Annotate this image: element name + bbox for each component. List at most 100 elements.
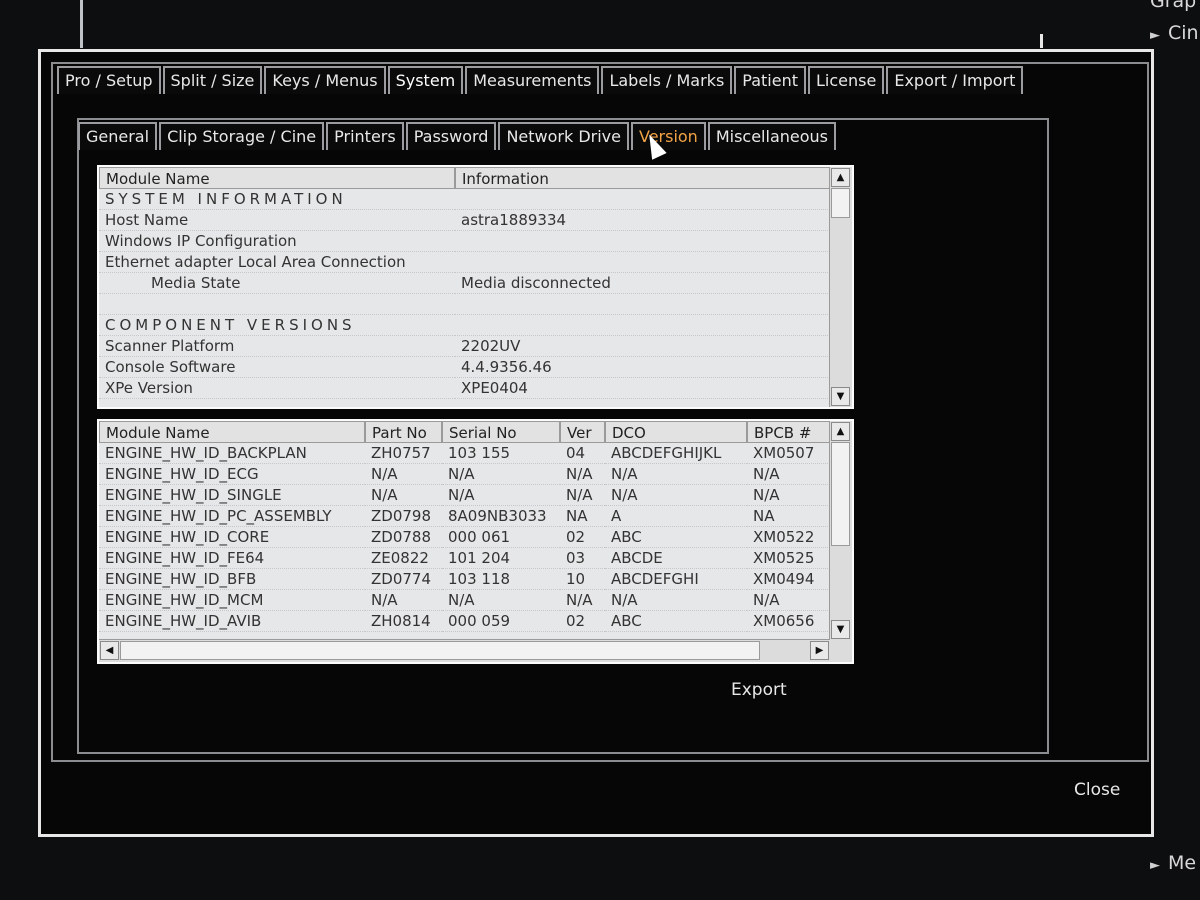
cell-dco: ABCDEFGHIJKL: [605, 443, 747, 464]
cell-dco: N/A: [605, 485, 747, 506]
arrow-right-icon: ►: [1150, 28, 1160, 43]
cell-module-name: ENGINE_HW_ID_BFB: [99, 569, 365, 590]
cell-bpcb: XM0525: [747, 548, 832, 569]
table-row[interactable]: ENGINE_HW_ID_BFB ZD0774 103 118 10 ABCDEFGHI…: [99, 569, 852, 590]
cell-dco: N/A: [605, 590, 747, 611]
main-tab-bar: Pro / Setup Split / Size Keys / Menus Sy…: [57, 66, 1025, 94]
system-info-table[interactable]: Module Name Information SYSTEM INFORMATI…: [97, 165, 854, 409]
cell-information: XPE0404: [455, 378, 832, 399]
subtab-printers[interactable]: Printers: [326, 122, 404, 150]
scrollbar-thumb[interactable]: [831, 442, 850, 546]
sub-tab-bar: General Clip Storage / Cine Printers Pas…: [78, 122, 838, 150]
table-row[interactable]: XPe Version XPE0404: [99, 378, 852, 399]
cell-module-name: ENGINE_HW_ID_BACKPLAN: [99, 443, 365, 464]
table-row[interactable]: ENGINE_HW_ID_SINGLE N/A N/A N/A N/A N/A: [99, 485, 852, 506]
subtab-password[interactable]: Password: [405, 122, 497, 150]
table-row[interactable]: Console Software 4.4.9356.46: [99, 357, 852, 378]
cell-ver: 02: [560, 611, 605, 632]
table-row[interactable]: Scanner Platform 2202UV: [99, 336, 852, 357]
scroll-down-icon[interactable]: ▼: [831, 387, 850, 406]
tab-patient[interactable]: Patient: [734, 66, 807, 94]
tab-system[interactable]: System: [387, 66, 464, 94]
cell-dco: ABCDE: [605, 548, 747, 569]
cell-module-name: ENGINE_HW_ID_PC_ASSEMBLY: [99, 506, 365, 527]
tab-keys-menus[interactable]: Keys / Menus: [264, 66, 386, 94]
scroll-up-icon[interactable]: ▲: [831, 168, 850, 187]
cell-ver: NA: [560, 506, 605, 527]
column-header-module-name[interactable]: Module Name: [99, 421, 365, 443]
scroll-up-icon[interactable]: ▲: [831, 422, 850, 441]
scrollbar-thumb[interactable]: [831, 188, 850, 218]
column-header-module-name[interactable]: Module Name: [99, 167, 455, 189]
cell-part-no: N/A: [365, 485, 442, 506]
table-row[interactable]: ENGINE_HW_ID_BACKPLAN ZH0757 103 155 04 ABCD…: [99, 443, 852, 464]
scroll-right-icon[interactable]: ▶: [810, 641, 829, 660]
table-row[interactable]: Windows IP Configuration: [99, 231, 852, 252]
cell-module-name: SYSTEM INFORMATION: [99, 189, 455, 210]
scroll-left-icon[interactable]: ◀: [100, 641, 119, 660]
cell-module-name: [99, 294, 455, 315]
subtab-clip-storage-cine[interactable]: Clip Storage / Cine: [159, 122, 325, 150]
table-row[interactable]: [99, 294, 852, 315]
cell-serial-no: 000 059: [442, 611, 560, 632]
subtab-miscellaneous[interactable]: Miscellaneous: [707, 122, 836, 150]
table-row[interactable]: Host Name astra1889334: [99, 210, 852, 231]
scrollbar-corner: [830, 640, 852, 662]
system-settings-dialog: Pro / Setup Split / Size Keys / Menus Sy…: [38, 49, 1154, 837]
subtab-version[interactable]: Version: [630, 122, 706, 150]
cell-dco: ABC: [605, 611, 747, 632]
table-row[interactable]: ENGINE_HW_ID_ECG N/A N/A N/A N/A N/A: [99, 464, 852, 485]
side-menu-cine[interactable]: ► Cin: [1150, 22, 1199, 44]
cell-part-no: ZH0757: [365, 443, 442, 464]
column-header-dco[interactable]: DCO: [605, 421, 747, 443]
cell-information: [455, 315, 832, 336]
table-row[interactable]: ENGINE_HW_ID_FE64 ZE0822 101 204 03 ABCDE XM0…: [99, 548, 852, 569]
horizontal-scrollbar-thumb[interactable]: [120, 641, 760, 660]
tab-export-import[interactable]: Export / Import: [886, 66, 1024, 94]
cell-bpcb: NA: [747, 506, 832, 527]
table-row[interactable]: ENGINE_HW_ID_CORE ZD0788 000 061 02 ABC XM052…: [99, 527, 852, 548]
table-row[interactable]: COMPONENT VERSIONS: [99, 315, 852, 336]
column-header-serial-no[interactable]: Serial No: [442, 421, 560, 443]
vertical-scrollbar[interactable]: ▲ ▼: [829, 421, 852, 640]
cell-part-no: ZD0774: [365, 569, 442, 590]
table-row[interactable]: Ethernet adapter Local Area Connection: [99, 252, 852, 273]
cell-part-no: ZD0788: [365, 527, 442, 548]
cell-module-name: ENGINE_HW_ID_MCM: [99, 590, 365, 611]
column-header-part-no[interactable]: Part No: [365, 421, 442, 443]
column-header-bpcb[interactable]: BPCB #: [747, 421, 832, 443]
tab-measurements[interactable]: Measurements: [465, 66, 600, 94]
subtab-network-drive[interactable]: Network Drive: [498, 122, 629, 150]
cell-module-name: Host Name: [99, 210, 455, 231]
table-header: Module Name Information: [99, 167, 852, 189]
side-menu-me[interactable]: ► Me: [1150, 852, 1196, 874]
cell-bpcb: N/A: [747, 590, 832, 611]
export-button[interactable]: Export: [731, 680, 787, 700]
cell-module-name: XPe Version: [99, 378, 455, 399]
cell-information: [455, 252, 832, 273]
tab-license[interactable]: License: [808, 66, 885, 94]
horizontal-scrollbar[interactable]: ◀ ▶: [99, 639, 830, 662]
column-header-ver[interactable]: Ver: [560, 421, 605, 443]
hardware-modules-table[interactable]: Module Name Part No Serial No Ver DCO BP…: [97, 419, 854, 664]
table-row[interactable]: Media State Media disconnected: [99, 273, 852, 294]
table-row[interactable]: ENGINE_HW_ID_PC_ASSEMBLY ZD0798 8A09NB3033…: [99, 506, 852, 527]
table-row[interactable]: SYSTEM INFORMATION: [99, 189, 852, 210]
cell-dco: A: [605, 506, 747, 527]
close-button[interactable]: Close: [1074, 780, 1120, 800]
table-row[interactable]: ENGINE_HW_ID_AVIB ZH0814 000 059 02 ABC XM065…: [99, 611, 852, 632]
tab-pro-setup[interactable]: Pro / Setup: [57, 66, 161, 94]
cell-information: 4.4.9356.46: [455, 357, 832, 378]
scroll-down-icon[interactable]: ▼: [831, 620, 850, 639]
tab-split-size[interactable]: Split / Size: [162, 66, 263, 94]
cell-part-no: ZE0822: [365, 548, 442, 569]
cell-dco: ABC: [605, 527, 747, 548]
tab-labels-marks[interactable]: Labels / Marks: [601, 66, 733, 94]
cell-module-name: ENGINE_HW_ID_CORE: [99, 527, 365, 548]
cell-module-name: ENGINE_HW_ID_FE64: [99, 548, 365, 569]
column-header-information[interactable]: Information: [455, 167, 832, 189]
table-row[interactable]: ENGINE_HW_ID_MCM N/A N/A N/A N/A N/A: [99, 590, 852, 611]
subtab-general[interactable]: General: [78, 122, 158, 150]
vertical-scrollbar[interactable]: ▲ ▼: [829, 167, 852, 407]
cell-ver: 04: [560, 443, 605, 464]
